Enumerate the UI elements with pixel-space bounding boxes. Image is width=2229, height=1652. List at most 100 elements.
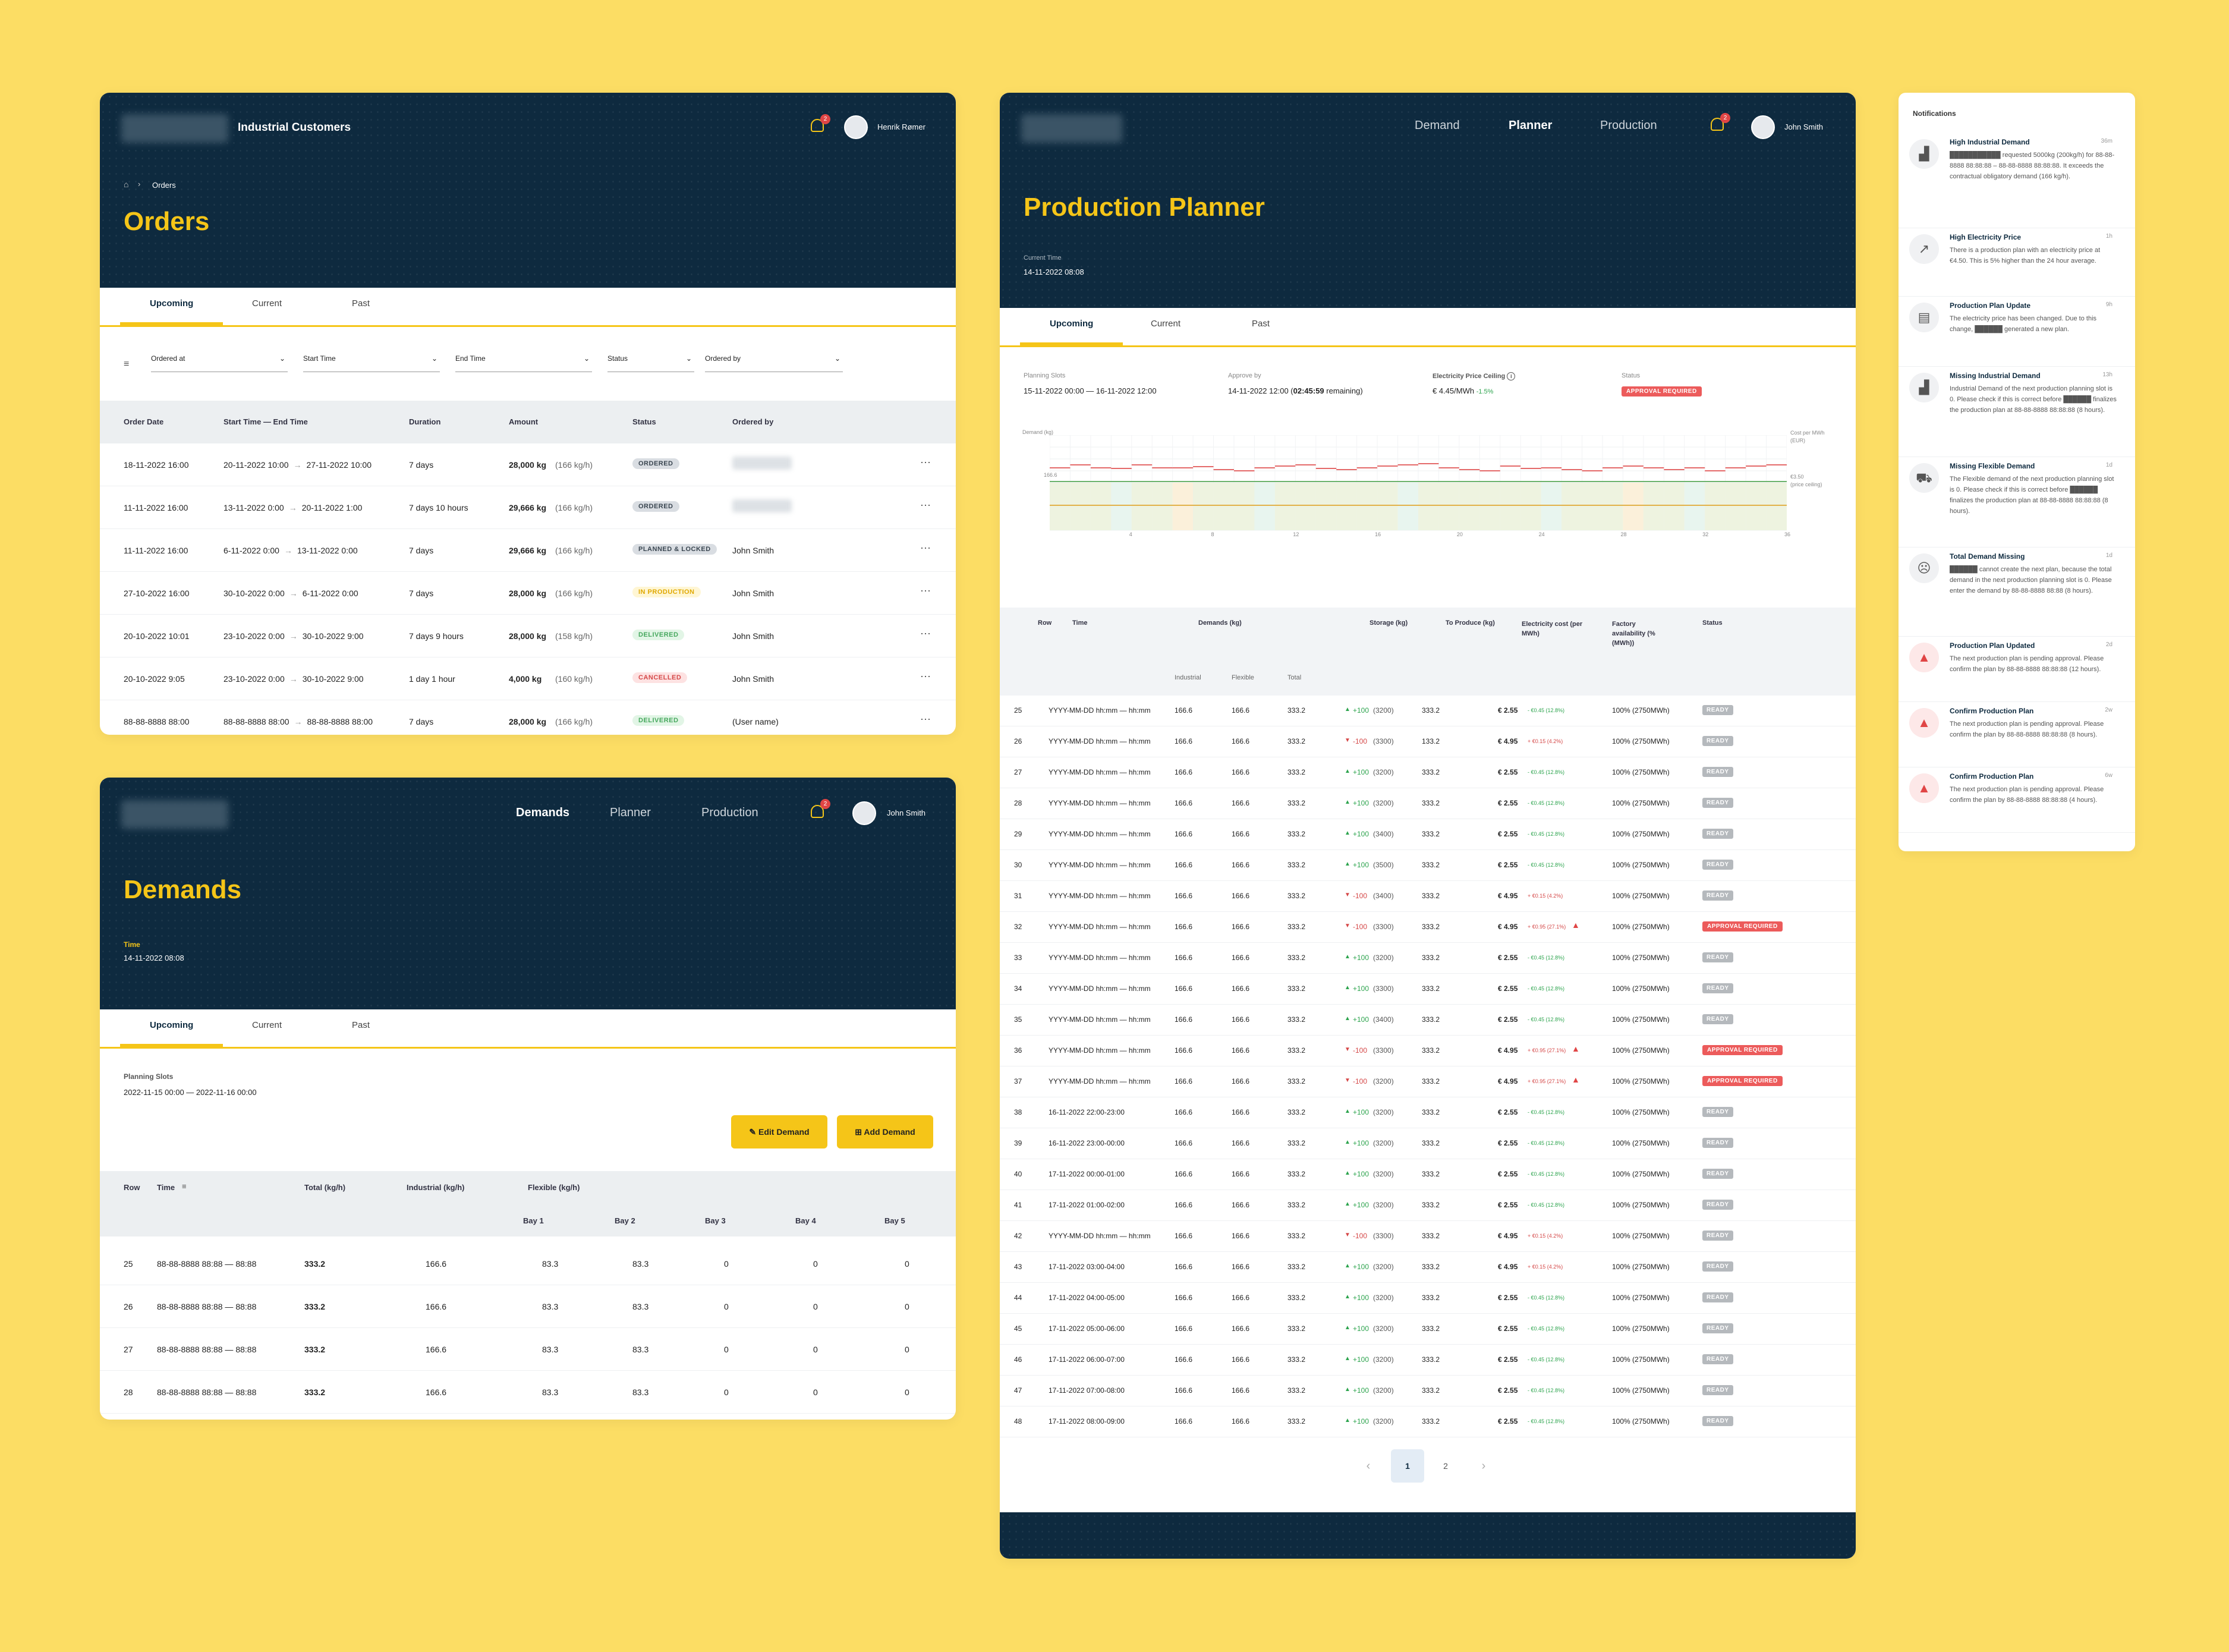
breadcrumb[interactable]: Orders bbox=[152, 181, 176, 190]
filter-icon[interactable]: ≡ bbox=[182, 1182, 187, 1191]
table-row[interactable]: 47 17-11-2022 07:00-08:00 166.6 166.6 333.2 ▲… bbox=[1000, 1376, 1856, 1406]
tab-past[interactable]: Past bbox=[352, 1020, 370, 1030]
cell-b1[interactable]: 83.3 bbox=[542, 1259, 558, 1269]
more-icon[interactable]: ⋯ bbox=[920, 585, 931, 597]
table-row[interactable]: 30 YYYY-MM-DD hh:mm — hh:mm 166.6 166.6 333.… bbox=[1000, 850, 1856, 881]
table-row[interactable]: 41 17-11-2022 01:00-02:00 166.6 166.6 333.2 ▲… bbox=[1000, 1190, 1856, 1221]
tab-current[interactable]: Current bbox=[252, 1020, 282, 1030]
notification-item[interactable]: ▤ Production Plan Update 9h The electricity… bbox=[1899, 297, 2135, 367]
tab-past[interactable]: Past bbox=[352, 298, 370, 309]
table-row[interactable]: 20-10-2022 9:05 23-10-2022 0:00 → 30-10-202… bbox=[100, 657, 956, 700]
tab-past[interactable]: Past bbox=[1252, 319, 1270, 329]
user-name[interactable]: John Smith bbox=[887, 808, 925, 817]
notification-item[interactable]: ▲ Confirm Production Plan 2w The next produ… bbox=[1899, 702, 2135, 767]
more-icon[interactable]: ⋯ bbox=[920, 457, 931, 469]
cell-ind[interactable]: 166.6 bbox=[426, 1345, 446, 1354]
more-icon[interactable]: ⋯ bbox=[920, 542, 931, 555]
cell-b4[interactable]: 0 bbox=[813, 1302, 818, 1311]
more-icon[interactable]: ⋯ bbox=[920, 671, 931, 683]
notification-item[interactable]: ▟ Missing Industrial Demand 13h Industrial … bbox=[1899, 367, 2135, 457]
cell-b1[interactable]: 83.3 bbox=[542, 1345, 558, 1354]
table-row[interactable]: 25 YYYY-MM-DD hh:mm — hh:mm 166.6 166.6 333.… bbox=[1000, 696, 1856, 726]
nav-planner[interactable]: Planner bbox=[610, 806, 651, 820]
home-icon[interactable]: ⌂ bbox=[124, 180, 128, 189]
table-row[interactable]: 32 YYYY-MM-DD hh:mm — hh:mm 166.6 166.6 333.… bbox=[1000, 912, 1856, 943]
table-row[interactable]: 40 17-11-2022 00:00-01:00 166.6 166.6 333.2 ▲… bbox=[1000, 1159, 1856, 1190]
table-row[interactable]: 26 YYYY-MM-DD hh:mm — hh:mm 166.6 166.6 333.… bbox=[1000, 726, 1856, 757]
table-row[interactable]: 27 YYYY-MM-DD hh:mm — hh:mm 166.6 166.6 333.… bbox=[1000, 757, 1856, 788]
table-row[interactable]: 34 YYYY-MM-DD hh:mm — hh:mm 166.6 166.6 333.… bbox=[1000, 974, 1856, 1005]
cell-b2[interactable]: 83.3 bbox=[632, 1259, 648, 1269]
table-row[interactable]: 11-11-2022 16:00 6-11-2022 0:00 → 13-11-202… bbox=[100, 529, 956, 572]
table-row[interactable]: 27-10-2022 16:00 30-10-2022 0:00 → 6-11-202… bbox=[100, 572, 956, 615]
nav-demands[interactable]: Demands bbox=[516, 806, 569, 820]
cell-b2[interactable]: 83.3 bbox=[632, 1345, 648, 1354]
col-order-date[interactable]: Order Date bbox=[124, 417, 163, 426]
pagination-next[interactable]: › bbox=[1467, 1449, 1500, 1483]
tab-upcoming[interactable]: Upcoming bbox=[119, 1020, 223, 1047]
more-icon[interactable]: ⋯ bbox=[920, 628, 931, 640]
col-ordered-by[interactable]: Ordered by bbox=[732, 417, 773, 426]
table-row[interactable]: 27 88-88-8888 88:88 — 88:88 333.2 166.6 83.3… bbox=[100, 1328, 956, 1371]
info-icon[interactable]: i bbox=[1507, 372, 1516, 380]
cell-b5[interactable]: 0 bbox=[905, 1259, 909, 1269]
filter-start-time[interactable]: Start Time ⌄ bbox=[303, 354, 440, 372]
table-row[interactable]: 33 YYYY-MM-DD hh:mm — hh:mm 166.6 166.6 333.… bbox=[1000, 943, 1856, 974]
nav-production[interactable]: Production bbox=[1600, 119, 1657, 133]
table-row[interactable]: 29 YYYY-MM-DD hh:mm — hh:mm 166.6 166.6 333.… bbox=[1000, 819, 1856, 850]
filter-status[interactable]: Status ⌄ bbox=[607, 354, 694, 372]
cell-b1[interactable]: 83.3 bbox=[542, 1302, 558, 1311]
add-demand-button[interactable]: ⊞ Add Demand bbox=[837, 1115, 933, 1148]
cell-row[interactable]: 25 bbox=[124, 1259, 133, 1269]
table-row[interactable]: 42 YYYY-MM-DD hh:mm — hh:mm 166.6 166.6 333.… bbox=[1000, 1221, 1856, 1252]
cell-total[interactable]: 333.2 bbox=[304, 1345, 325, 1354]
avatar[interactable] bbox=[1751, 115, 1775, 139]
table-row[interactable]: 48 17-11-2022 08:00-09:00 166.6 166.6 333.2 ▲… bbox=[1000, 1406, 1856, 1437]
cell-b3[interactable]: 0 bbox=[724, 1387, 729, 1397]
pagination-prev[interactable]: ‹ bbox=[1352, 1449, 1385, 1483]
filter-ordered-by[interactable]: Ordered by ⌄ bbox=[705, 354, 843, 372]
avatar[interactable] bbox=[852, 801, 876, 825]
notification-item[interactable]: ▟ High Industrial Demand 36m ███████████ re… bbox=[1899, 133, 2135, 228]
table-row[interactable]: 35 YYYY-MM-DD hh:mm — hh:mm 166.6 166.6 333.… bbox=[1000, 1005, 1856, 1036]
pagination-page-2[interactable]: 2 bbox=[1429, 1449, 1462, 1483]
table-row[interactable]: 37 YYYY-MM-DD hh:mm — hh:mm 166.6 166.6 333.… bbox=[1000, 1066, 1856, 1097]
nav-planner[interactable]: Planner bbox=[1509, 119, 1552, 133]
table-row[interactable]: 44 17-11-2022 04:00-05:00 166.6 166.6 333.2 ▲… bbox=[1000, 1283, 1856, 1314]
cell-row[interactable]: 27 bbox=[124, 1345, 133, 1354]
table-row[interactable]: 25 88-88-8888 88:88 — 88:88 333.2 166.6 83.3… bbox=[100, 1242, 956, 1285]
cell-b5[interactable]: 0 bbox=[905, 1387, 909, 1397]
filter-ordered-at[interactable]: Ordered at ⌄ bbox=[151, 354, 288, 372]
cell-b3[interactable]: 0 bbox=[724, 1302, 729, 1311]
cell-total[interactable]: 333.2 bbox=[304, 1387, 325, 1397]
cell-b2[interactable]: 83.3 bbox=[632, 1387, 648, 1397]
table-row[interactable]: 26 88-88-8888 88:88 — 88:88 333.2 166.6 83.3… bbox=[100, 1285, 956, 1328]
cell-b5[interactable]: 0 bbox=[905, 1302, 909, 1311]
more-icon[interactable]: ⋯ bbox=[920, 713, 931, 726]
table-row[interactable]: 88-88-8888 88:00 88-88-8888 88:00 → 88-88-8… bbox=[100, 700, 956, 735]
more-icon[interactable]: ⋯ bbox=[920, 499, 931, 512]
col-time[interactable]: Time bbox=[157, 1183, 175, 1192]
edit-demand-button[interactable]: ✎ Edit Demand bbox=[731, 1115, 827, 1148]
cell-ind[interactable]: 166.6 bbox=[426, 1302, 446, 1311]
table-row[interactable]: 28 88-88-8888 88:88 — 88:88 333.2 166.6 83.3… bbox=[100, 1371, 956, 1414]
table-row[interactable]: 38 16-11-2022 22:00-23:00 166.6 166.6 333.2 ▲… bbox=[1000, 1097, 1856, 1128]
user-name[interactable]: John Smith bbox=[1784, 122, 1823, 131]
table-row[interactable]: 28 YYYY-MM-DD hh:mm — hh:mm 166.6 166.6 333.… bbox=[1000, 788, 1856, 819]
pagination-page-1[interactable]: 1 bbox=[1391, 1449, 1424, 1483]
tab-current[interactable]: Current bbox=[252, 298, 282, 309]
table-row[interactable]: 43 17-11-2022 03:00-04:00 166.6 166.6 333.2 ▲… bbox=[1000, 1252, 1856, 1283]
filter-icon[interactable]: ≡ bbox=[124, 359, 129, 370]
user-name[interactable]: Henrik Rømer bbox=[877, 122, 925, 131]
table-row[interactable]: 39 16-11-2022 23:00-00:00 166.6 166.6 333.2 ▲… bbox=[1000, 1128, 1856, 1159]
filter-end-time[interactable]: End Time ⌄ bbox=[455, 354, 592, 372]
cell-b1[interactable]: 83.3 bbox=[542, 1387, 558, 1397]
table-row[interactable]: 36 YYYY-MM-DD hh:mm — hh:mm 166.6 166.6 333.… bbox=[1000, 1036, 1856, 1066]
notification-item[interactable]: ▲ Production Plan Updated 2d The next produ… bbox=[1899, 637, 2135, 702]
cell-ind[interactable]: 166.6 bbox=[426, 1259, 446, 1269]
table-row[interactable]: 18-11-2022 16:00 20-11-2022 10:00 → 27-11-2… bbox=[100, 443, 956, 486]
cell-total[interactable]: 333.2 bbox=[304, 1302, 325, 1311]
avatar[interactable] bbox=[844, 115, 868, 139]
tab-current[interactable]: Current bbox=[1151, 319, 1180, 329]
table-row[interactable]: 11-11-2022 16:00 13-11-2022 0:00 → 20-11-20… bbox=[100, 486, 956, 529]
